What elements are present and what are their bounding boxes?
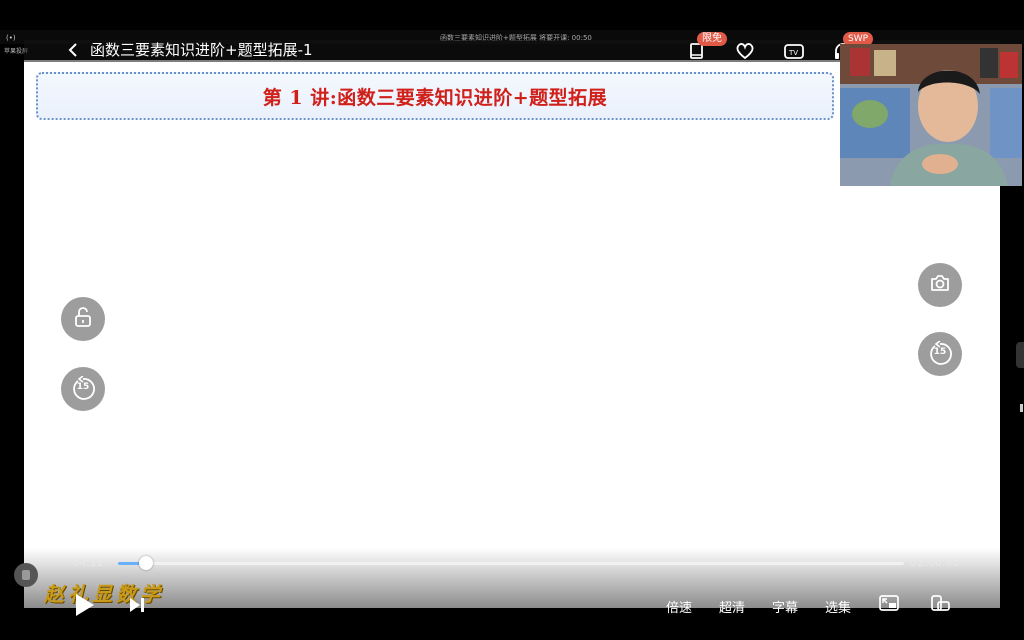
replay-15-icon: 15 <box>927 340 953 367</box>
progress-knob[interactable] <box>139 556 153 570</box>
replay-seconds-label: 15 <box>933 347 947 357</box>
svg-text:TV: TV <box>788 49 798 57</box>
episodes-button[interactable]: 选集 <box>825 597 851 616</box>
speed-button[interactable]: 倍速 <box>666 597 692 616</box>
screenshot-button[interactable] <box>918 263 962 307</box>
rewind-15-button-right[interactable]: 15 <box>918 332 962 376</box>
side-indicator <box>1020 404 1023 412</box>
total-time: 02:00:03 <box>910 556 960 569</box>
floating-assist-button[interactable] <box>14 563 38 587</box>
camera-icon <box>929 273 951 297</box>
player-controls-gradient <box>24 548 1000 608</box>
current-time: 04:11 <box>72 556 104 569</box>
back-chevron-icon[interactable] <box>66 40 82 60</box>
rotate-screen-button[interactable] <box>929 595 951 615</box>
slide-title-banner: 第 1 讲:函数三要素知识进阶+题型拓展 <box>36 72 834 120</box>
subtitles-button[interactable]: 字幕 <box>772 597 798 616</box>
free-badge: 限免 <box>697 32 727 46</box>
replay-seconds-label: 15 <box>76 382 90 392</box>
side-drawer-handle[interactable] <box>1016 342 1024 368</box>
tv-icon[interactable]: TV <box>783 40 805 62</box>
replay-15-icon: 15 <box>70 375 96 402</box>
play-icon <box>72 594 96 622</box>
next-episode-button[interactable] <box>127 596 147 614</box>
picture-in-picture-button[interactable] <box>878 595 900 615</box>
slide-title: 第 1 讲:函数三要素知识进阶+题型拓展 <box>262 86 608 109</box>
screen-rotate-icon <box>929 594 951 616</box>
status-signal: (•) <box>6 34 16 42</box>
heart-icon[interactable] <box>734 40 756 62</box>
pip-icon <box>878 594 900 616</box>
play-button[interactable] <box>72 592 96 618</box>
quality-button[interactable]: 超清 <box>719 597 745 616</box>
skip-next-icon <box>127 598 147 618</box>
progress-track[interactable] <box>118 562 904 565</box>
screen-lock-button[interactable] <box>61 297 105 341</box>
unlock-icon <box>72 306 94 332</box>
teacher-webcam <box>840 44 1022 186</box>
rewind-15-button-left[interactable]: 15 <box>61 367 105 411</box>
video-title: 函数三要素知识进阶+题型拓展-1 <box>90 41 313 59</box>
